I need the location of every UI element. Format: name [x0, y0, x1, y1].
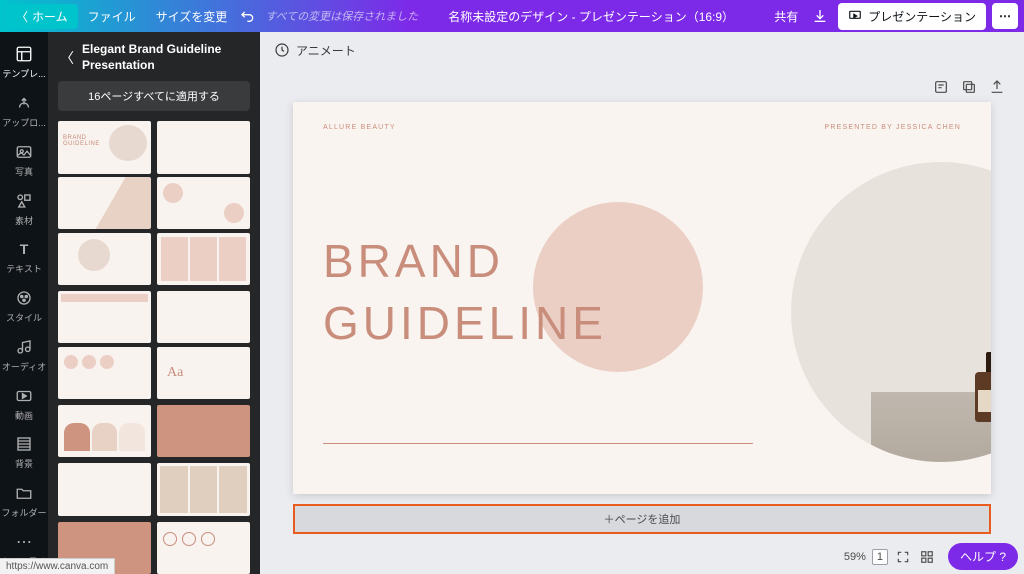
download-button[interactable] — [808, 4, 832, 28]
undo-button[interactable] — [237, 5, 259, 27]
template-thumb[interactable] — [157, 291, 250, 343]
template-thumb[interactable] — [157, 463, 250, 515]
rail-text[interactable]: T テキスト — [0, 233, 48, 282]
panel-back-button[interactable]: 〈 — [60, 48, 74, 68]
animate-icon — [274, 42, 290, 58]
rail-templates-label: テンプレ... — [2, 67, 45, 80]
rail-elements-label: 素材 — [15, 214, 33, 227]
rail-text-label: テキスト — [6, 262, 42, 275]
template-thumb[interactable] — [58, 291, 151, 343]
duplicate-icon[interactable] — [960, 78, 978, 96]
template-thumb[interactable] — [157, 177, 250, 229]
slide-actions — [932, 78, 1006, 96]
template-thumb[interactable] — [58, 463, 151, 515]
folder-icon — [14, 483, 34, 503]
share-button[interactable]: 共有 — [764, 4, 808, 29]
rail-audio-label: オーディオ — [2, 360, 46, 373]
elements-icon — [14, 191, 34, 211]
bottom-toolbar: 59% 1 ヘルプ ? — [844, 543, 1018, 570]
photos-icon — [14, 142, 34, 162]
animate-button[interactable]: アニメート — [296, 42, 356, 59]
template-thumb[interactable] — [58, 347, 151, 399]
template-thumb[interactable] — [157, 405, 250, 457]
rail-background[interactable]: 背景 — [0, 428, 48, 477]
slide-canvas[interactable]: ALLURE BEAUTY PRESENTED BY JESSICA CHEN … — [293, 102, 991, 494]
template-thumb[interactable] — [58, 177, 151, 229]
background-icon — [14, 434, 34, 454]
template-panel: 〈 Elegant Brand Guideline Presentation 1… — [48, 32, 260, 574]
more-icon: ⋯ — [14, 532, 34, 552]
page-number[interactable]: 1 — [872, 549, 888, 565]
slide-photo — [791, 162, 991, 462]
rail-video[interactable]: 動画 — [0, 379, 48, 428]
title-line-2: GUIDELINE — [323, 292, 607, 354]
template-title: Elegant Brand Guideline Presentation — [82, 42, 248, 73]
present-button[interactable]: プレゼンテーション — [838, 3, 986, 30]
slide-presenter-label: PRESENTED BY JESSICA CHEN — [825, 124, 961, 131]
template-thumbnails: BRANDGUIDELINE — [48, 121, 260, 574]
notes-icon[interactable] — [932, 78, 950, 96]
text-icon: T — [14, 239, 34, 259]
template-thumb[interactable] — [157, 347, 250, 399]
styles-icon — [14, 288, 34, 308]
rail-uploads-label: アップロ... — [2, 116, 46, 129]
slide-divider — [323, 443, 753, 444]
rail-folders[interactable]: フォルダー — [0, 477, 48, 526]
rail-templates[interactable]: テンプレ... — [0, 38, 48, 87]
context-toolbar: アニメート — [260, 32, 1024, 68]
rail-styles-label: スタイル — [6, 311, 42, 324]
rail-video-label: 動画 — [15, 409, 33, 422]
rail-elements[interactable]: 素材 — [0, 184, 48, 233]
grid-view-icon[interactable] — [918, 548, 936, 566]
share-slide-icon[interactable] — [988, 78, 1006, 96]
present-label: プレゼンテーション — [868, 8, 976, 25]
help-button[interactable]: ヘルプ ? — [948, 543, 1018, 570]
canvas-area: アニメート ALLURE BEAUTY PRESENTED BY JESSICA… — [260, 32, 1024, 574]
resize-menu[interactable]: サイズを変更 — [146, 4, 238, 29]
template-thumb[interactable]: BRANDGUIDELINE — [58, 121, 151, 173]
rail-styles[interactable]: スタイル — [0, 282, 48, 331]
slide-title: BRAND GUIDELINE — [323, 230, 607, 354]
rail-audio[interactable]: オーディオ — [0, 330, 48, 379]
templates-icon — [14, 44, 34, 64]
video-icon — [14, 386, 34, 406]
rail-folders-label: フォルダー — [1, 506, 46, 519]
more-button[interactable]: ⋯ — [992, 3, 1018, 29]
cosmetic-bottle — [975, 352, 991, 422]
zoom-level[interactable]: 59% — [844, 551, 866, 563]
template-thumb[interactable] — [157, 121, 250, 173]
left-rail: テンプレ... アップロ... 写真 素材 T テキスト スタイル オーディオ 動… — [0, 32, 48, 574]
title-line-1: BRAND — [323, 230, 607, 292]
home-button[interactable]: 〈 ホーム — [6, 4, 78, 29]
status-bar-url: https://www.canva.com — [0, 558, 115, 574]
document-title[interactable]: 名称未設定のデザイン - プレゼンテーション（16:9） — [418, 8, 764, 25]
template-thumb[interactable] — [58, 405, 151, 457]
rail-uploads[interactable]: アップロ... — [0, 87, 48, 136]
rail-background-label: 背景 — [15, 457, 33, 470]
add-page-button[interactable]: ＋ページを追加 — [293, 504, 991, 534]
template-thumb[interactable] — [157, 522, 250, 574]
table-surface — [871, 392, 991, 462]
fullscreen-icon[interactable] — [894, 548, 912, 566]
apply-all-button[interactable]: 16ページすべてに適用する — [58, 81, 250, 111]
present-icon — [848, 9, 862, 23]
rail-photos[interactable]: 写真 — [0, 135, 48, 184]
saved-status: すべての変更は保存されました — [265, 8, 418, 24]
home-label: ホーム — [32, 8, 68, 25]
upload-icon — [14, 93, 34, 113]
template-thumb[interactable] — [157, 233, 250, 285]
slide-brand-label: ALLURE BEAUTY — [323, 124, 396, 131]
rail-photos-label: 写真 — [15, 165, 33, 178]
chevron-left-icon: 〈 — [16, 8, 28, 25]
file-menu[interactable]: ファイル — [78, 4, 146, 29]
audio-icon — [14, 337, 34, 357]
template-thumb[interactable] — [58, 233, 151, 285]
top-bar: 〈 ホーム ファイル サイズを変更 すべての変更は保存されました 名称未設定のデ… — [0, 0, 1024, 32]
